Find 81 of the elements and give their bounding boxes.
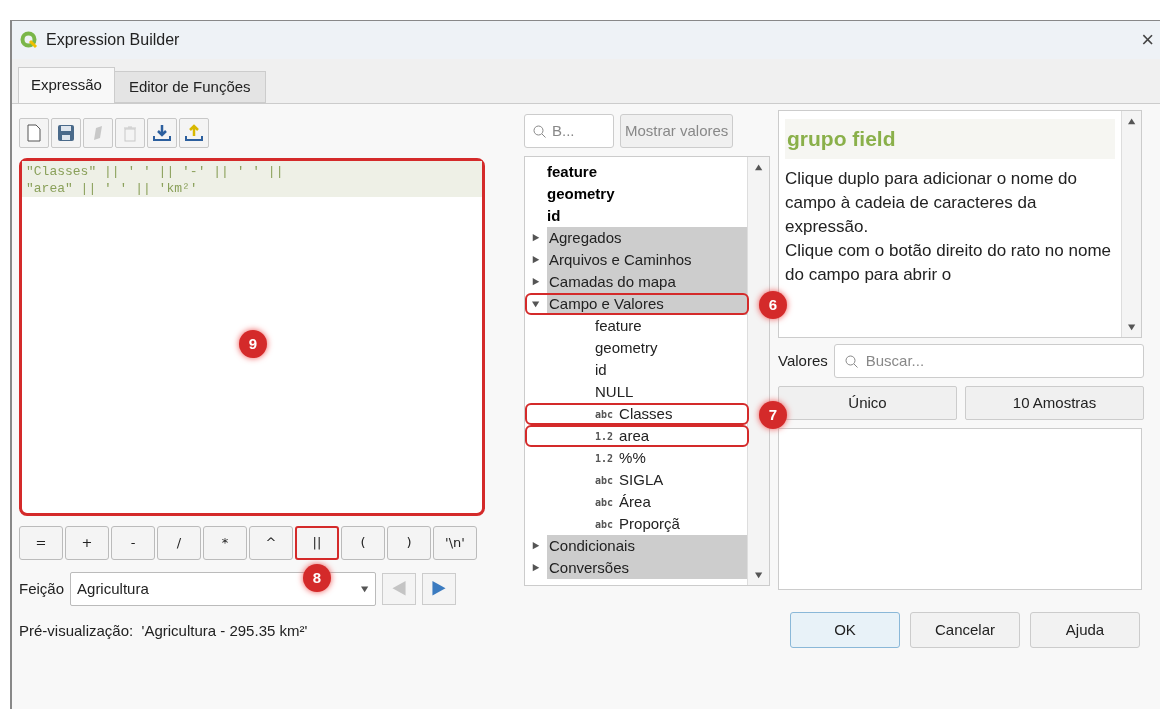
- values-button[interactable]: 10 Amostras: [965, 386, 1144, 420]
- search-field[interactable]: B...: [524, 114, 614, 148]
- callout-number-badge: 8: [303, 564, 331, 592]
- tree-item[interactable]: feature: [547, 160, 598, 184]
- field-type-label: 1.2: [595, 429, 614, 444]
- download-icon: [152, 123, 172, 143]
- tab[interactable]: Editor de Funções: [114, 71, 266, 103]
- operator-button[interactable]: ): [387, 526, 431, 560]
- operator-button[interactable]: +: [65, 526, 109, 560]
- scroll-up-icon[interactable]: [754, 163, 763, 171]
- collapsed-arrow-icon[interactable]: [532, 234, 540, 242]
- operator-button[interactable]: ^: [249, 526, 293, 560]
- tree-item[interactable]: %%: [619, 446, 646, 470]
- save-icon: [57, 124, 75, 142]
- search-icon: [844, 354, 858, 368]
- tree-item[interactable]: area: [619, 424, 650, 448]
- tree-group[interactable]: Camadas do mapa: [547, 271, 747, 293]
- operator-button[interactable]: *: [203, 526, 247, 560]
- window-title: Expression Builder: [46, 30, 180, 50]
- tree-item[interactable]: geometry: [595, 336, 658, 360]
- toolbar-button[interactable]: [179, 118, 209, 148]
- operator-button[interactable]: =: [19, 526, 63, 560]
- right-triangle-icon: [431, 581, 448, 597]
- values-button[interactable]: Único: [778, 386, 957, 420]
- field-type-label: abc: [595, 407, 614, 422]
- tree-item[interactable]: NULL: [595, 380, 634, 404]
- code-line: "Classes" || ' ' || '-' || ' ' ||: [26, 163, 284, 180]
- dropdown-arrow-icon: [361, 585, 370, 593]
- tree-item[interactable]: Área: [619, 490, 651, 514]
- scroll-down-icon[interactable]: [1127, 323, 1136, 331]
- field-type-label: abc: [595, 473, 614, 488]
- expanded-arrow-icon[interactable]: [532, 300, 540, 308]
- values-search-field[interactable]: Buscar...: [833, 344, 1144, 378]
- field-type-label: abc: [595, 495, 614, 510]
- collapsed-arrow-icon[interactable]: [532, 542, 540, 550]
- tree-group[interactable]: Arquivos e Caminhos: [547, 249, 747, 271]
- help-text: Clique duplo para adicionar o nome do campo à cadeia de caracteres da expressão. Clique com o botão direito do rato no nome do campo para abrir o: [785, 167, 1113, 286]
- code-line: "area" || ' ' || 'km²': [26, 180, 198, 197]
- upload-icon: [184, 123, 204, 143]
- tree-item[interactable]: id: [595, 358, 607, 382]
- dialog-button[interactable]: Ajuda: [1030, 612, 1140, 648]
- tree-group[interactable]: Agregados: [547, 227, 747, 249]
- tree-group[interactable]: Conversões: [547, 557, 747, 579]
- tree-item[interactable]: SIGLA: [619, 468, 664, 492]
- toolbar-button[interactable]: [147, 118, 177, 148]
- collapsed-arrow-icon[interactable]: [532, 256, 540, 264]
- operator-button[interactable]: -: [111, 526, 155, 560]
- operator-button[interactable]: ||: [295, 526, 339, 560]
- dialog-button[interactable]: OK: [790, 612, 900, 648]
- scrollbar[interactable]: [1121, 111, 1141, 337]
- operator-button[interactable]: /: [157, 526, 201, 560]
- collapsed-arrow-icon[interactable]: [532, 278, 540, 286]
- tree-item[interactable]: Proporçã: [619, 512, 680, 536]
- tab[interactable]: Expressão: [18, 67, 115, 103]
- tree-item[interactable]: id: [547, 204, 561, 228]
- tree-item[interactable]: geometry: [547, 182, 615, 206]
- next-button[interactable]: [422, 573, 457, 605]
- operator-button[interactable]: '\n': [433, 526, 477, 560]
- trash-icon: [123, 124, 137, 142]
- collapsed-arrow-icon[interactable]: [532, 564, 540, 572]
- toolbar-button[interactable]: [51, 118, 81, 148]
- dialog-button[interactable]: Cancelar: [910, 612, 1020, 648]
- pencil-icon: [91, 124, 105, 142]
- app-logo-icon: [20, 31, 38, 49]
- left-triangle-icon: [391, 581, 408, 597]
- scroll-down-icon[interactable]: [754, 571, 763, 579]
- field-type-label: 1.2: [595, 451, 614, 466]
- scroll-up-icon[interactable]: [1127, 117, 1136, 125]
- new-file-icon: [27, 124, 41, 142]
- operator-button[interactable]: (: [341, 526, 385, 560]
- search-icon: [533, 124, 546, 138]
- field-label: Feição: [19, 578, 65, 599]
- scrollbar[interactable]: [747, 157, 769, 585]
- close-button[interactable]: ×: [1141, 29, 1154, 51]
- tree-group[interactable]: Condicionais: [547, 535, 747, 557]
- help-title: grupo field: [787, 127, 896, 150]
- field-type-label: abc: [595, 517, 614, 532]
- preview-text: Pré-visualização: 'Agricultura - 295.35 km²': [19, 621, 308, 641]
- field-label: Valores: [778, 350, 828, 371]
- tree-item[interactable]: Classes: [619, 402, 673, 426]
- tree-item[interactable]: feature: [595, 314, 642, 338]
